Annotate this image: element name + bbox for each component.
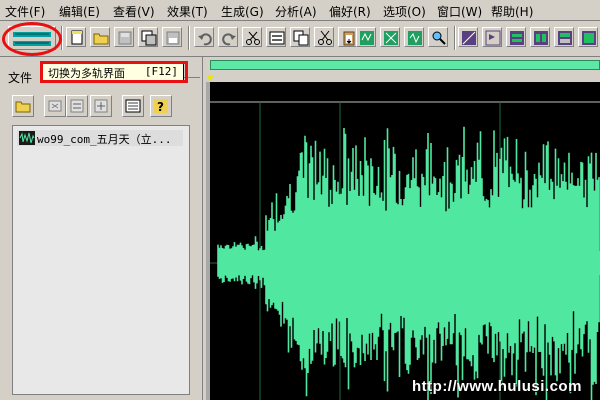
scissors-icon — [246, 31, 260, 45]
menu-edit[interactable]: 编辑(E) — [59, 3, 100, 20]
menu-favorites[interactable]: 偏好(R) — [329, 3, 371, 20]
menu-effects[interactable]: 效果(T) — [167, 3, 208, 20]
marker-button[interactable] — [482, 27, 502, 47]
new-file-button[interactable] — [66, 27, 86, 47]
menu-bar: 文件(F) 编辑(E) 查看(V) 效果(T) 生成(G) 分析(A) 偏好(R… — [0, 0, 600, 21]
copy-icon — [293, 30, 309, 46]
file-name: wo99_com_五月天（立... — [37, 133, 172, 146]
snap-button[interactable] — [458, 27, 478, 47]
highlight-box — [40, 61, 188, 83]
marker-icon — [485, 30, 501, 46]
edit-file-button[interactable] — [90, 95, 112, 117]
save-as-icon — [141, 30, 157, 46]
new-file-icon — [71, 30, 83, 45]
track-b-icon — [534, 31, 548, 45]
menu-generate[interactable]: 生成(G) — [221, 3, 264, 20]
close-file-icon — [48, 100, 62, 112]
menu-options[interactable]: 选项(O) — [383, 3, 426, 20]
open-file-button[interactable] — [12, 95, 34, 117]
zoom-button[interactable] — [428, 27, 448, 47]
track-d-button[interactable] — [578, 27, 598, 47]
toolbar — [0, 21, 600, 57]
cut-button[interactable] — [314, 27, 334, 47]
cut-icon — [318, 30, 332, 45]
menu-analyze[interactable]: 分析(A) — [275, 3, 317, 20]
track-c-icon — [558, 31, 572, 45]
mix-paste-button[interactable] — [356, 27, 376, 47]
file-list[interactable]: wo99_com_五月天（立... — [12, 125, 190, 395]
crop-icon — [408, 31, 422, 45]
copy-new-button[interactable] — [266, 27, 286, 47]
redo-icon — [222, 33, 236, 46]
menu-view[interactable]: 查看(V) — [113, 3, 155, 20]
edit-file-icon — [94, 99, 108, 113]
help-button[interactable]: ? — [150, 95, 172, 117]
waveform-svg — [210, 101, 600, 400]
copy-button[interactable] — [290, 27, 310, 47]
copy-new-icon — [269, 31, 285, 45]
mix-paste-icon — [360, 31, 374, 45]
track-c-button[interactable] — [554, 27, 574, 47]
tab-files[interactable]: 文件 — [8, 69, 32, 86]
trim-button[interactable] — [380, 27, 400, 47]
question-icon: ? — [154, 99, 168, 114]
track-a-icon — [510, 31, 524, 45]
save-all-button[interactable] — [162, 27, 182, 47]
insert-icon — [70, 99, 84, 113]
menu-file[interactable]: 文件(F) — [5, 3, 45, 20]
folder-icon — [15, 101, 31, 113]
track-b-button[interactable] — [530, 27, 550, 47]
watermark: http://www.hulusi.com — [412, 378, 582, 395]
undo-icon — [198, 33, 212, 46]
overview-bar[interactable] — [210, 60, 600, 70]
track-d-icon — [582, 31, 596, 45]
paste-button[interactable] — [338, 27, 358, 47]
highlight-circle — [2, 22, 62, 56]
open-button[interactable] — [90, 27, 110, 47]
disk-icon — [118, 31, 132, 45]
close-file-button[interactable] — [44, 95, 66, 117]
save-all-icon — [166, 31, 180, 45]
file-options-button[interactable] — [122, 95, 144, 117]
track-a-button[interactable] — [506, 27, 526, 47]
settings-icon — [125, 99, 141, 113]
save-button[interactable] — [114, 27, 134, 47]
waveform-file-icon — [19, 131, 35, 145]
scissors-edge-button[interactable] — [242, 27, 262, 47]
svg-text:?: ? — [157, 100, 164, 114]
folder-icon — [93, 33, 109, 45]
diagonal-icon — [462, 31, 476, 45]
undo-button[interactable] — [194, 27, 214, 47]
playhead-marker[interactable] — [206, 75, 214, 81]
redo-button[interactable] — [218, 27, 238, 47]
waveform-display[interactable] — [210, 82, 600, 400]
waveform-core — [218, 251, 600, 275]
list-item[interactable]: wo99_com_五月天（立... — [17, 130, 183, 146]
menu-window[interactable]: 窗口(W) — [437, 3, 482, 20]
magnifier-icon — [432, 31, 446, 45]
file-panel: 文件 ? wo99_com_五月天（立... — [0, 57, 203, 400]
menu-help[interactable]: 帮助(H) — [491, 3, 533, 20]
paste-icon — [343, 31, 355, 46]
crop-button[interactable] — [404, 27, 424, 47]
save-as-button[interactable] — [138, 27, 158, 47]
trim-icon — [384, 31, 398, 45]
insert-button[interactable] — [66, 95, 88, 117]
